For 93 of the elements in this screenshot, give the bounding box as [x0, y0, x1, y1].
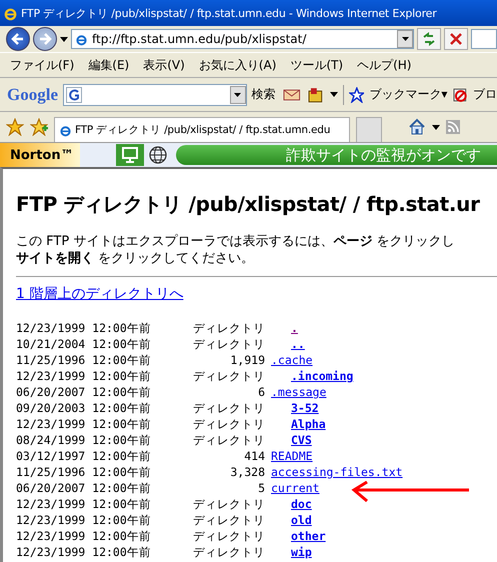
- directory-link[interactable]: other: [291, 529, 326, 543]
- file-date: 12/23/1999 12:00午前: [16, 496, 152, 512]
- norton-status-bar: 詐欺サイトの監視がオンです: [176, 145, 497, 165]
- favorites-star-icon[interactable]: [6, 118, 24, 136]
- menu-item[interactable]: お気に入り(A): [198, 56, 276, 74]
- file-date: 08/24/1999 12:00午前: [16, 432, 152, 448]
- file-size: 6: [257, 385, 266, 399]
- directory-link[interactable]: wip: [291, 545, 312, 559]
- parent-directory-link[interactable]: 1 階層上のディレクトリへ: [16, 285, 184, 303]
- file-size: ディレクトリ: [192, 336, 266, 352]
- file-link[interactable]: current: [271, 481, 320, 495]
- caret-icon: [234, 92, 242, 96]
- file-link[interactable]: .message: [271, 385, 326, 399]
- dropdown-button[interactable]: [397, 30, 413, 48]
- directory-link[interactable]: .: [291, 321, 298, 335]
- file-size: 414: [243, 449, 266, 463]
- file-size: 3,328: [229, 465, 266, 479]
- directory-link[interactable]: old: [291, 513, 312, 527]
- dropdown-button[interactable]: [230, 86, 246, 104]
- address-field[interactable]: ftp://ftp.stat.umn.edu/pub/xlispstat/: [71, 29, 414, 49]
- directory-link[interactable]: CVS: [291, 433, 312, 447]
- file-date: 06/20/2007 12:00午前: [16, 384, 152, 400]
- norton-logo: Norton™: [0, 143, 80, 167]
- file-size: ディレクトリ: [192, 544, 266, 560]
- file-size: ディレクトリ: [192, 416, 266, 432]
- toolbar-button[interactable]: ブロ: [473, 86, 497, 103]
- window-title: FTP ディレクトリ /pub/xlispstat/ / ftp.stat.umn.edu - Windows Internet Explorer: [21, 6, 437, 20]
- menu-item[interactable]: 編集(E): [88, 56, 130, 74]
- caret-icon: [402, 37, 408, 41]
- file-date: 12/23/1999 12:00午前: [16, 512, 152, 528]
- menu-item[interactable]: ファイル(F): [10, 56, 74, 74]
- menu-item[interactable]: ヘルプ(H): [357, 56, 412, 74]
- file-date: 12/23/1999 12:00午前: [16, 528, 152, 544]
- file-size: 1,919: [229, 353, 266, 367]
- home-icon[interactable]: [408, 118, 426, 136]
- page-heading: FTP ディレクトリ /pub/xlispstat/ / ftp.stat.ur: [16, 191, 481, 218]
- google-logo: Google: [7, 84, 58, 104]
- menu-item[interactable]: ツール(T): [290, 56, 344, 74]
- directory-link[interactable]: .incoming: [291, 369, 354, 383]
- computer-icon[interactable]: [116, 144, 144, 166]
- file-date: 10/21/2004 12:00午前: [16, 336, 152, 352]
- search-button[interactable]: 検索: [252, 86, 276, 103]
- toolbox-icon[interactable]: [307, 86, 325, 104]
- file-date: 11/25/1996 12:00午前: [16, 352, 152, 368]
- caret-icon[interactable]: [432, 124, 440, 130]
- file-date: 12/23/1999 12:00午前: [16, 368, 152, 384]
- file-size: ディレクトリ: [192, 512, 266, 528]
- back-arrow-icon: [10, 31, 26, 47]
- page-icon: [59, 124, 72, 136]
- close-icon: [449, 32, 463, 46]
- file-size: ディレクトリ: [192, 432, 266, 448]
- file-size: ディレクトリ: [192, 496, 266, 512]
- back-button[interactable]: [6, 27, 30, 51]
- directory-link[interactable]: ..: [291, 337, 305, 351]
- caret-icon[interactable]: [330, 92, 338, 97]
- file-date: 06/20/2007 12:00午前: [16, 480, 152, 496]
- directory-link[interactable]: 3-52: [291, 401, 319, 415]
- bookmarks-button[interactable]: ブックマーク▾: [369, 86, 448, 103]
- file-size: 5: [257, 481, 266, 495]
- browser-logo-icon: [3, 6, 18, 20]
- file-date: 09/20/2003 12:00午前: [16, 400, 152, 416]
- menu-item[interactable]: 表示(V): [143, 56, 185, 74]
- directory-link[interactable]: doc: [291, 497, 312, 511]
- star-icon: [348, 86, 364, 102]
- file-size: ディレクトリ: [192, 400, 266, 416]
- file-date: 12/23/1999 12:00午前: [16, 320, 152, 336]
- search-engine-icon: [66, 86, 82, 102]
- file-link[interactable]: .cache: [271, 353, 313, 367]
- file-link[interactable]: README: [271, 449, 313, 463]
- add-favorite-icon[interactable]: [30, 118, 48, 136]
- search-field[interactable]: [471, 29, 497, 49]
- notice-text: サイトを開く をクリックしてください。: [16, 250, 256, 267]
- refresh-icon: [421, 31, 437, 47]
- caret-icon[interactable]: [60, 36, 68, 42]
- file-date: 11/25/1996 12:00午前: [16, 464, 152, 480]
- refresh-button[interactable]: [417, 28, 441, 50]
- file-size: ディレクトリ: [192, 320, 266, 336]
- file-size: ディレクトリ: [192, 368, 266, 384]
- blocked-popup-icon: [452, 86, 468, 102]
- forward-button[interactable]: [33, 27, 57, 51]
- file-date: 12/23/1999 12:00午前: [16, 416, 152, 432]
- file-size: ディレクトリ: [192, 528, 266, 544]
- directory-link[interactable]: Alpha: [291, 417, 326, 431]
- browser-tab[interactable]: FTP ディレクトリ /pub/xlispstat/ / ftp.stat.umn.edu: [54, 117, 350, 142]
- forward-arrow-icon: [37, 31, 53, 47]
- notice-text: この FTP サイトはエクスプローラでは表示するには、ページ をクリックし: [16, 233, 456, 250]
- file-date: 03/12/1997 12:00午前: [16, 448, 152, 464]
- search-field[interactable]: [63, 84, 247, 106]
- file-link[interactable]: accessing-files.txt: [271, 465, 403, 479]
- stop-button[interactable]: [444, 28, 468, 50]
- file-date: 12/23/1999 12:00午前: [16, 544, 152, 560]
- mail-icon[interactable]: [280, 86, 302, 102]
- page-icon: [75, 32, 88, 46]
